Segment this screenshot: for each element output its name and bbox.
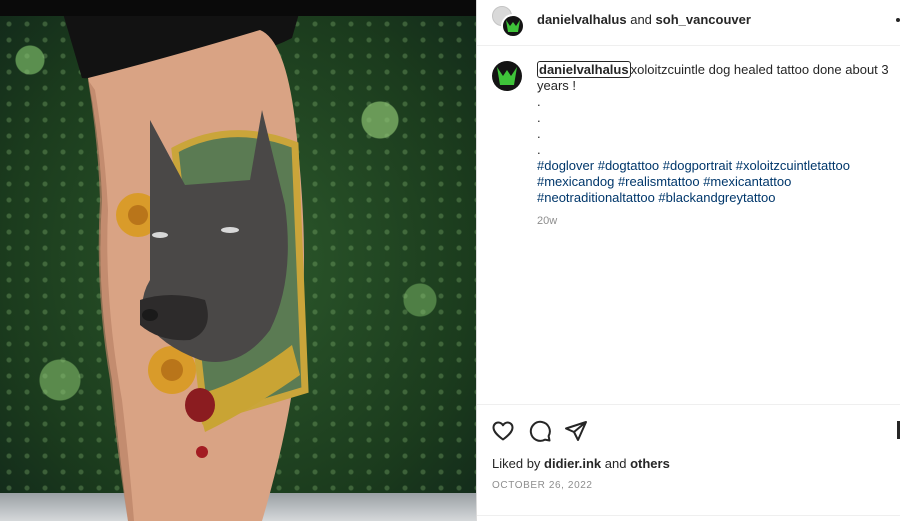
collar-tag xyxy=(185,388,215,422)
heart-icon[interactable] xyxy=(491,419,515,443)
likes-summary: Liked by didier.ink and others xyxy=(492,456,670,471)
comment-icon[interactable] xyxy=(528,419,552,443)
avatar-logo-icon xyxy=(506,20,520,32)
coauthor-link[interactable]: soh_vancouver xyxy=(656,12,751,27)
tattooed-leg-illustration xyxy=(62,10,309,521)
author-joiner: and xyxy=(630,12,652,27)
caption-avatar[interactable] xyxy=(492,61,522,91)
post-actions: Liked by didier.ink and others OCTOBER 2… xyxy=(477,404,900,521)
post-header: danielvalhalus and soh_vancouver xyxy=(477,0,900,46)
likes-prefix: Liked by xyxy=(492,456,541,471)
share-icon[interactable] xyxy=(564,419,588,443)
post-authors: danielvalhalus and soh_vancouver xyxy=(537,12,751,27)
post-image[interactable] xyxy=(0,0,476,521)
caption-username-link[interactable]: danielvalhalus xyxy=(537,61,631,78)
dog-eye-left xyxy=(152,232,168,238)
caption-dot: . xyxy=(537,126,541,141)
collab-avatars[interactable] xyxy=(492,6,526,38)
caption-dot: . xyxy=(537,142,541,157)
image-top-bar xyxy=(0,0,476,16)
author-link[interactable]: danielvalhalus xyxy=(537,12,627,27)
avatar-author[interactable] xyxy=(501,14,525,38)
post-caption: danielvalhalus xoloitzcuintle dog healed … xyxy=(537,61,897,206)
caption-dot: . xyxy=(537,94,541,109)
liker-link[interactable]: didier.ink xyxy=(544,456,601,471)
dog-eye-right xyxy=(221,227,239,233)
post-detail-panel: danielvalhalus and soh_vancouver danielv… xyxy=(477,0,900,521)
caption-dot: . xyxy=(537,110,541,125)
ellipsis-icon[interactable] xyxy=(896,18,900,22)
caption-timestamp: 20w xyxy=(537,215,558,227)
comment-box-divider xyxy=(477,515,900,516)
dog-nose xyxy=(142,309,158,321)
avatar-logo-icon xyxy=(497,67,517,85)
likes-others-link[interactable]: others xyxy=(630,456,670,471)
caption-hashtags[interactable]: #doglover #dogtattoo #dogportrait #xoloi… xyxy=(537,158,897,206)
post-date: OCTOBER 26, 2022 xyxy=(492,480,593,491)
likes-joiner: and xyxy=(604,456,627,471)
